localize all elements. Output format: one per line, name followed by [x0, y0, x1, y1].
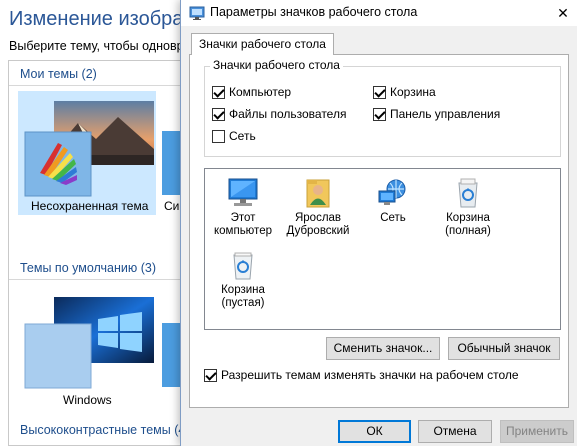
network-icon: [378, 179, 406, 205]
icon-label: Ярослав Дубровский: [286, 212, 350, 237]
checkbox-label: Файлы пользователя: [229, 107, 347, 121]
cancel-button[interactable]: Отмена: [418, 420, 492, 443]
icon-item-computer[interactable]: Этот компьютер: [210, 177, 276, 238]
close-button[interactable]: ✕: [548, 0, 577, 26]
checkbox-box[interactable]: [373, 85, 386, 99]
checkbox-box[interactable]: [212, 107, 225, 121]
user-folder-icon: [306, 179, 330, 208]
theme-label-partial: Си: [164, 199, 180, 213]
section-divider: [9, 85, 209, 86]
icon-label: Сеть: [380, 212, 406, 224]
checkbox-label: Разрешить темам изменять значки на рабоч…: [221, 368, 519, 382]
ok-button[interactable]: ОК: [338, 420, 411, 443]
dialog-title: Параметры значков рабочего стола: [210, 5, 418, 19]
recycle-bin-full-icon: [458, 178, 478, 208]
checkbox-control-panel[interactable]: Панель управления: [373, 107, 500, 121]
icon-item-recycle-full[interactable]: Корзина (полная): [435, 177, 501, 238]
recycle-bin-empty-icon: [233, 252, 253, 280]
apply-button[interactable]: Применить: [500, 420, 574, 443]
checkbox-network[interactable]: Сеть: [212, 129, 256, 143]
tab-desktop-icons[interactable]: Значки рабочего стола: [191, 33, 334, 55]
checkbox-label: Сеть: [229, 129, 256, 143]
section-default-themes: Темы по умолчанию (3): [20, 261, 157, 275]
checkbox-box[interactable]: [212, 129, 225, 143]
checkbox-box[interactable]: [204, 368, 217, 382]
checkbox-box[interactable]: [373, 107, 386, 121]
checkbox-computer[interactable]: Компьютер: [212, 85, 291, 99]
icon-item-user-files[interactable]: Ярослав Дубровский: [285, 177, 351, 238]
checkbox-recycle-bin[interactable]: Корзина: [373, 85, 436, 99]
checkbox-label: Компьютер: [229, 85, 292, 99]
theme-thumbnail: [24, 101, 154, 197]
tab-page: Значки рабочего стола Компьютер Корзина …: [189, 54, 569, 408]
section-high-contrast: Высококонтрастные темы (4): [20, 423, 190, 437]
section-my-themes: Мои темы (2): [20, 67, 97, 81]
checkbox-box[interactable]: [212, 85, 225, 99]
theme-label-windows: Windows: [63, 393, 112, 407]
theme-label-unsaved: Несохраненная тема: [31, 199, 149, 213]
icon-label: Корзина (полная): [445, 212, 491, 237]
icon-item-network[interactable]: Сеть: [360, 177, 426, 225]
checkbox-user-files[interactable]: Файлы пользователя: [212, 107, 346, 121]
icon-label: Этот компьютер: [214, 212, 272, 237]
section-divider: [9, 279, 209, 280]
dialog-titlebar[interactable]: Параметры значков рабочего стола ✕: [181, 0, 577, 26]
theme-list-panel: Мои темы (2) Несохраненная тема Си Темы …: [8, 60, 209, 446]
theme-unsaved[interactable]: [18, 91, 156, 215]
group-label: Значки рабочего стола: [210, 58, 343, 72]
checkbox-label: Панель управления: [390, 107, 501, 121]
icon-item-recycle-empty[interactable]: Корзина (пустая): [210, 249, 276, 310]
computer-icon: [228, 178, 258, 206]
icon-label: Корзина (пустая): [221, 284, 265, 309]
checkbox-allow-themes[interactable]: Разрешить темам изменять значки на рабоч…: [204, 368, 519, 382]
default-icon-button[interactable]: Обычный значок: [448, 337, 560, 360]
change-icon-button[interactable]: Сменить значок...: [326, 337, 440, 360]
checkbox-label: Корзина: [390, 85, 436, 99]
desktop-icon-settings-dialog: Параметры значков рабочего стола ✕ Значк…: [180, 0, 577, 446]
icon-list[interactable]: Этот компьютер Ярослав Дубровский Сеть К…: [204, 168, 561, 330]
desktop-settings-icon: [189, 6, 205, 20]
